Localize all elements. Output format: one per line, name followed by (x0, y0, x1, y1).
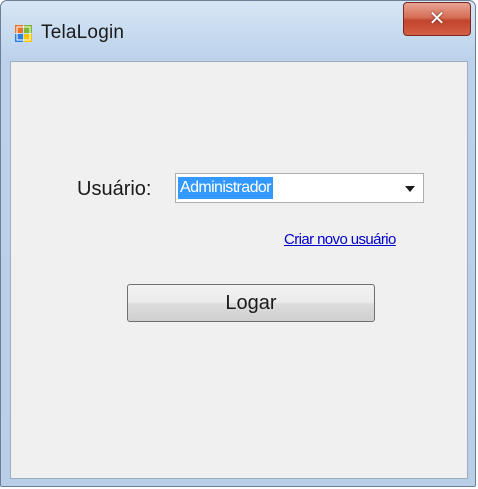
form-client-area: Usuário: Administrador Criar novo usuári… (10, 61, 468, 479)
create-user-link[interactable]: Criar novo usuário (284, 231, 396, 248)
window-title: TelaLogin (41, 22, 125, 43)
title-bar[interactable]: TelaLogin ✕ (1, 1, 475, 61)
login-window: TelaLogin ✕ Usuário: Administrador Criar… (0, 0, 476, 487)
user-select-value: Administrador (178, 177, 273, 199)
chevron-down-icon[interactable] (405, 186, 415, 192)
user-select[interactable]: Administrador (175, 173, 424, 203)
windows-form-icon (15, 25, 32, 42)
close-icon: ✕ (428, 8, 446, 30)
login-button[interactable]: Logar (127, 284, 375, 322)
close-button[interactable]: ✕ (403, 2, 471, 36)
user-label: Usuário: (77, 178, 152, 200)
